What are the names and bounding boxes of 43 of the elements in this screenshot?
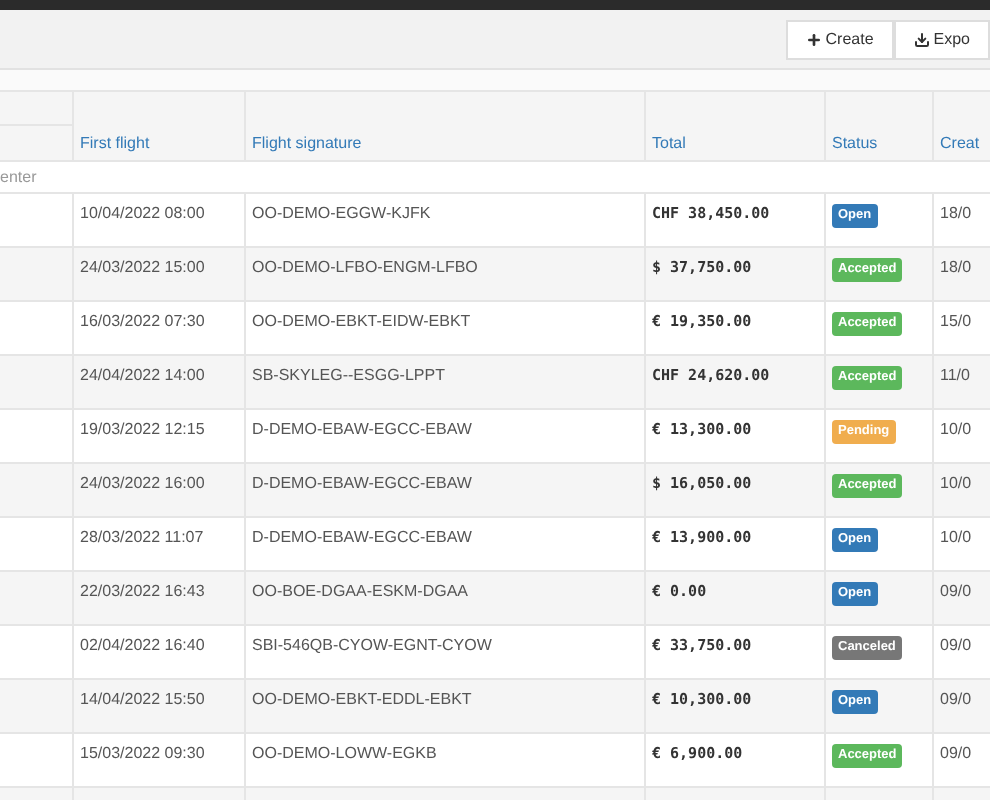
table-cell: 09/0 [940,636,972,654]
table-cell: 18/0 [940,204,972,222]
table-cell: 28/03/2022 11:07 [80,528,204,546]
plus-icon [805,31,822,47]
table-cell: 24/03/2022 16:00 [80,474,205,492]
table-cell: 02/04/2022 16:40 [80,636,205,654]
table-cell: 09/0 [940,744,972,762]
table-cell: OO-DEMO-EGGW-KJFK [252,204,431,222]
table-cell: SBI-546QB-CYOW-EGNT-CYOW [252,636,492,654]
table-cell: 15/03/2022 09:30 [80,744,205,762]
table-cell: 16/03/2022 07:30 [80,312,205,330]
table-cell: OO-DEMO-EBKT-EDDL-EBKT [252,690,472,708]
column-header[interactable]: Total [652,131,686,155]
column-header[interactable]: First flight [80,131,150,155]
create-button[interactable]: Create [785,19,894,59]
table-cell: OO-DEMO-EBKT-EIDW-EBKT [252,312,471,330]
table-cell: 10/0 [940,420,972,438]
table-cell: SB-SKYLEG--ESGG-LPPT [252,366,445,384]
table-cell: 18/0 [940,258,972,276]
table-cell: 15/0 [940,312,972,330]
table-cell: 09/0 [940,690,972,708]
table-cell: OO-DEMO-LFBO-ENGM-LFBO [252,258,478,276]
table-cell: OO-DEMO-LOWW-EGKB [252,744,437,762]
table-cell: 10/04/2022 08:00 [80,204,205,222]
table-cell: 22/03/2022 16:43 [80,582,205,600]
table-cell: 11/0 [940,366,970,384]
table-cell: D-DEMO-EBAW-EGCC-EBAW [252,528,472,546]
table-cell: 24/03/2022 15:00 [80,258,205,276]
column-header[interactable]: Status [832,131,878,155]
table-cell: 10/0 [940,474,972,492]
column-header[interactable]: Flight signature [252,131,362,155]
download-icon [913,31,930,47]
table-cell: 14/04/2022 15:50 [80,690,205,708]
export-button[interactable]: Expo [893,19,990,59]
table-cell: OO-BOE-DGAA-ESKM-DGAA [252,582,469,600]
table-cell: D-DEMO-EBAW-EGCC-EBAW [252,474,472,492]
group-label: enter [0,165,37,189]
table-cell: 24/04/2022 14:00 [80,366,205,384]
table-cell: 10/0 [940,528,972,546]
table-cell: 19/03/2022 12:15 [80,420,205,438]
table-cell: D-DEMO-EBAW-EGCC-EBAW [252,420,472,438]
table-cell: 09/0 [940,582,972,600]
column-header[interactable]: Creat [940,131,980,155]
